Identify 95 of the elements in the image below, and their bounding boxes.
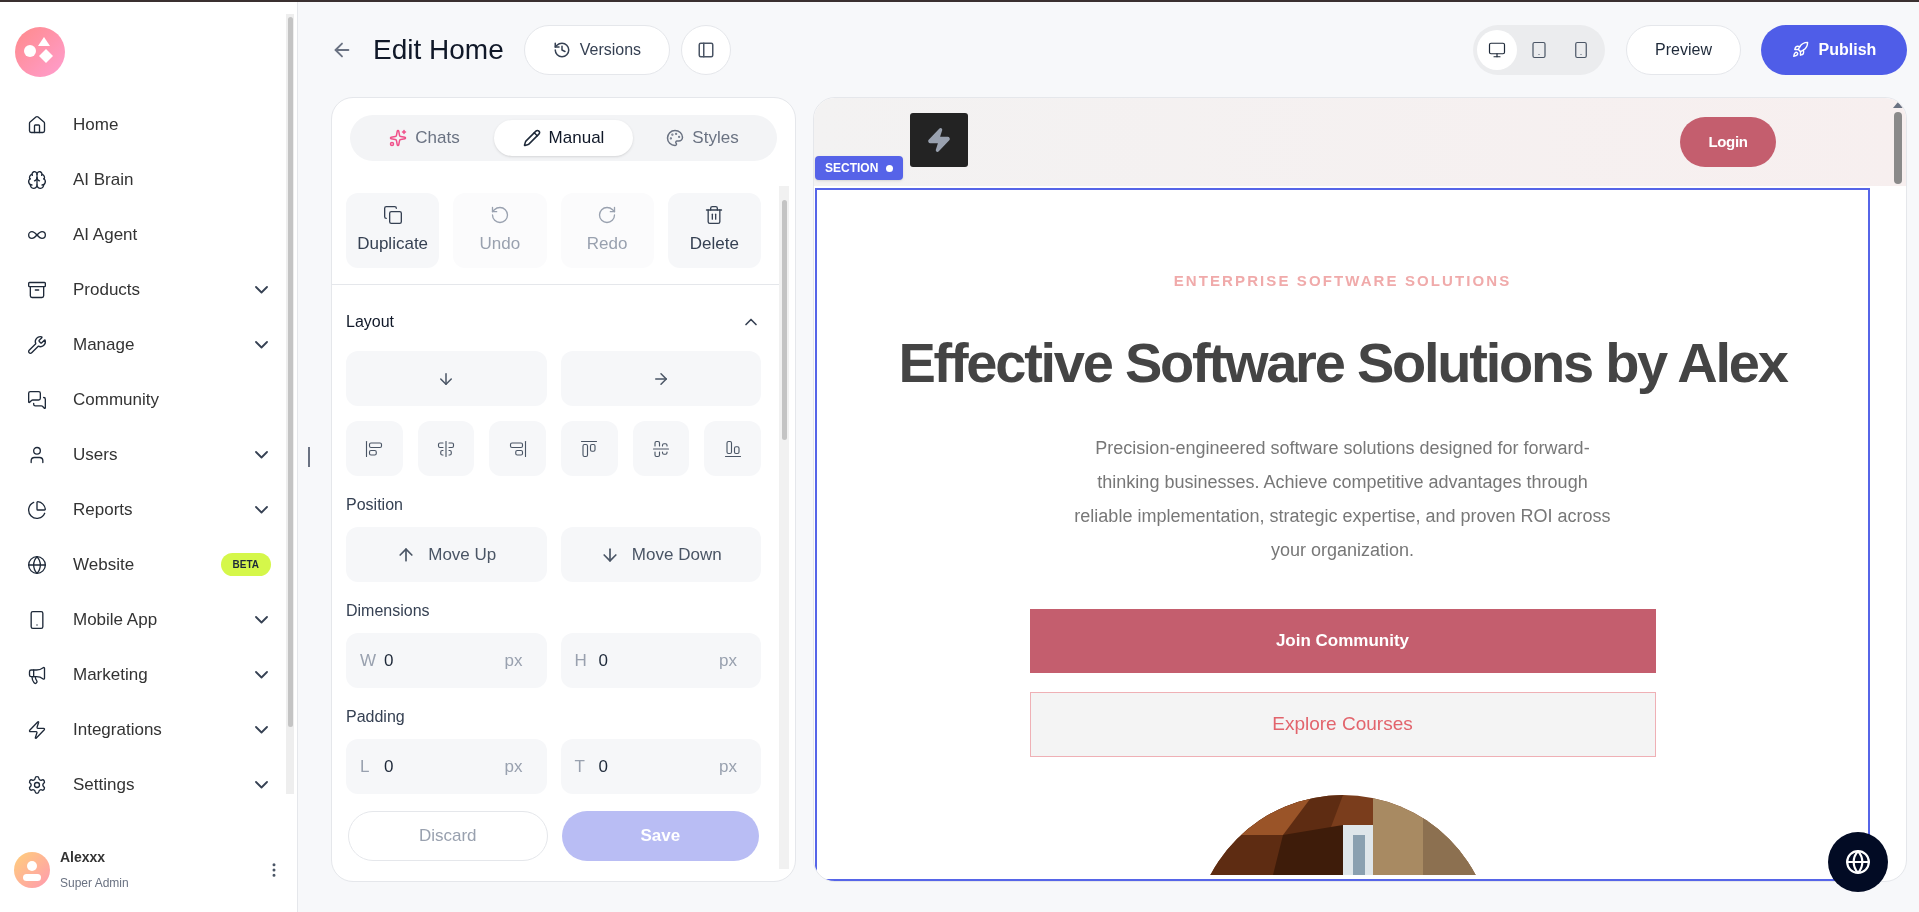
section-title: Layout <box>346 312 395 332</box>
megaphone-icon <box>27 664 47 685</box>
number-field[interactable]: T 0 px <box>560 739 761 794</box>
join-button[interactable]: Join Community <box>1029 608 1656 673</box>
field-unit: px <box>719 755 737 778</box>
align-middle-icon <box>652 439 670 458</box>
nav-item[interactable]: Reports <box>0 482 277 537</box>
field-prefix: H <box>574 649 588 672</box>
action-button[interactable]: Duplicate <box>346 193 440 268</box>
align-right-icon <box>508 439 527 458</box>
field-prefix: W <box>360 649 378 672</box>
field-value: 0 <box>384 755 395 778</box>
sidebar-panel-icon <box>697 40 716 59</box>
versions-button[interactable]: Versions <box>523 24 671 75</box>
sidebar-scrollbar[interactable] <box>286 14 294 794</box>
panel-scrollbar[interactable] <box>779 186 789 869</box>
field-prefix: T <box>574 755 586 778</box>
nav-item[interactable]: Settings <box>0 757 277 812</box>
nav-item[interactable]: AI Agent <box>0 207 277 262</box>
nav-item[interactable]: Marketing <box>0 647 277 702</box>
home-icon <box>27 114 47 135</box>
align-button[interactable] <box>417 421 475 476</box>
align-button[interactable] <box>632 421 690 476</box>
section-tag: SECTION <box>815 156 904 180</box>
login-button[interactable]: Login <box>1680 117 1776 167</box>
field-prefix: L <box>360 755 371 778</box>
lightning-icon <box>27 719 47 740</box>
align-center-icon <box>437 439 455 458</box>
number-field[interactable]: W 0 px <box>346 633 547 688</box>
field-value: 0 <box>598 755 609 778</box>
lightning-icon <box>926 127 952 153</box>
pie-chart-icon <box>27 499 47 520</box>
tab[interactable]: Chats <box>355 120 494 156</box>
field-value: 0 <box>384 649 395 672</box>
section-label: Position <box>345 495 404 515</box>
nav-item[interactable]: Mobile App <box>0 592 277 647</box>
nav-item[interactable]: AI Brain <box>0 152 277 207</box>
align-left-icon <box>365 439 384 458</box>
align-top-icon <box>580 439 599 458</box>
user-name: Alexxx <box>60 848 107 867</box>
align-button[interactable] <box>346 421 403 476</box>
desktop-icon <box>1488 40 1506 59</box>
publish-button[interactable]: Publish <box>1761 24 1907 75</box>
field-value: 0 <box>598 649 609 672</box>
palette-icon <box>666 129 685 147</box>
globe-icon <box>27 554 47 575</box>
tab[interactable]: Styles <box>633 120 772 156</box>
nav-item[interactable]: Manage <box>0 317 277 372</box>
move-button[interactable]: Move Down <box>560 527 761 582</box>
history-icon <box>552 40 571 59</box>
undo-icon <box>489 204 510 225</box>
page-title: Edit Home <box>373 32 504 67</box>
pencil-icon <box>522 129 541 147</box>
align-button[interactable] <box>704 421 762 476</box>
logo[interactable] <box>15 27 65 77</box>
nav-item[interactable]: Users <box>0 427 277 482</box>
align-bottom-icon <box>723 439 742 458</box>
nav-item[interactable]: Community <box>0 372 277 427</box>
align-button[interactable] <box>561 421 618 476</box>
section-label: Padding <box>345 707 406 727</box>
eyebrow-text: ENTERPRISE SOFTWARE SOLUTIONS <box>1173 271 1512 291</box>
device-button[interactable] <box>1477 29 1517 70</box>
brain-icon <box>27 169 47 190</box>
settings-icon <box>27 774 47 795</box>
rocket-icon <box>1791 41 1809 58</box>
align-button[interactable] <box>489 421 546 476</box>
nav-item[interactable]: Home <box>0 97 277 152</box>
section-label: Dimensions <box>345 601 431 621</box>
move-button[interactable]: Move Up <box>346 527 547 582</box>
field-unit: px <box>719 649 737 672</box>
preview-button[interactable]: Preview <box>1626 24 1741 75</box>
trash-icon <box>704 204 725 225</box>
tools-icon <box>27 334 47 355</box>
field-unit: px <box>504 755 523 778</box>
tab[interactable]: Manual <box>494 120 633 156</box>
phone-icon <box>1572 40 1590 59</box>
chat-icon <box>27 389 47 410</box>
nav-item[interactable]: Website BETA <box>0 537 277 592</box>
copy-icon <box>382 204 403 225</box>
user-role: Super Admin <box>60 875 130 892</box>
nav-item[interactable]: Products <box>0 262 277 317</box>
nav-item[interactable]: Integrations <box>0 702 277 757</box>
avatar <box>14 851 50 888</box>
hero-paragraph: Precision-engineered software solutions designed for forward-thinking businesses. Achieve competitive advantages through reliable implementation, strategic expertise, and proven ROI across your organization. <box>1073 436 1612 562</box>
number-field[interactable]: H 0 px <box>560 633 761 688</box>
archive-icon <box>27 279 47 300</box>
redo-icon <box>597 204 618 225</box>
globe-icon <box>1845 849 1871 875</box>
beta-badge: BETA <box>220 553 271 576</box>
tablet-icon <box>1530 40 1548 59</box>
number-field[interactable]: L 0 px <box>346 739 547 794</box>
field-unit: px <box>504 649 523 672</box>
sparkles-icon <box>389 129 408 147</box>
resize-handle[interactable] <box>308 447 310 467</box>
action-button[interactable]: Delete <box>667 193 761 268</box>
